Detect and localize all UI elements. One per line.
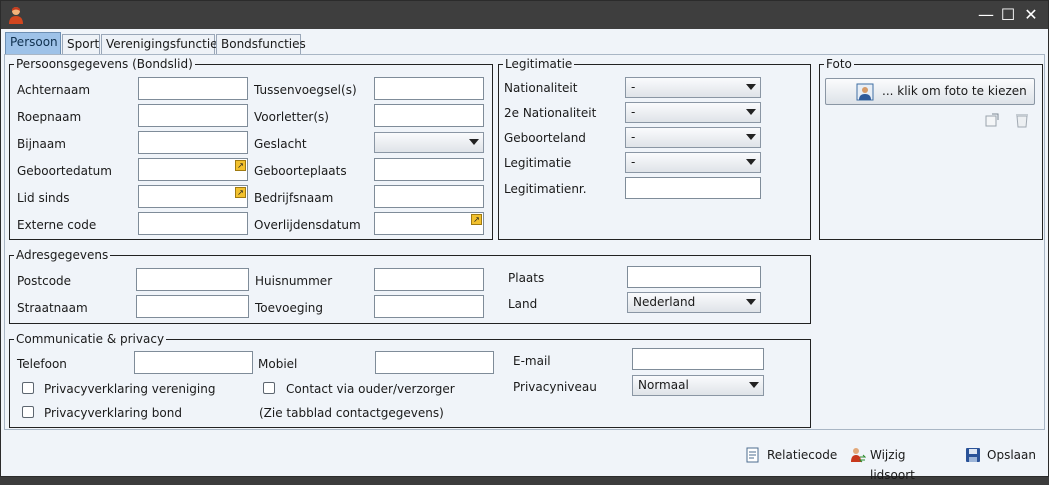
- toevoeging-input[interactable]: [374, 295, 484, 318]
- group-title: Foto: [824, 56, 854, 72]
- choose-photo-button[interactable]: ... klik om foto te kiezen: [825, 78, 1035, 105]
- lid-sinds-input[interactable]: ↗: [138, 185, 248, 208]
- email-input[interactable]: [632, 348, 764, 370]
- label-privacyniveau: Privacyniveau: [513, 380, 597, 394]
- label-contact-via-ouder: Contact via ouder/verzorger: [286, 382, 455, 396]
- label-geboortedatum: Geboortedatum: [17, 164, 112, 178]
- tab-verenigingsfuncties[interactable]: Verenigingsfuncties: [101, 34, 224, 54]
- label-roepnaam: Roepnaam: [17, 110, 82, 124]
- label-huisnummer: Huisnummer: [255, 274, 333, 288]
- chevron-down-icon: [746, 109, 756, 115]
- geboorteplaats-input[interactable]: [374, 158, 484, 181]
- choose-photo-label: ... klik om foto te kiezen: [882, 84, 1027, 98]
- label-email: E-mail: [513, 354, 551, 368]
- group-title: Legitimatie: [503, 56, 575, 72]
- window: — ☐ ✕ Persoon Sport Verenigingsfuncties …: [0, 0, 1049, 482]
- voorletters-input[interactable]: [374, 104, 484, 127]
- tab-bondsfuncties[interactable]: Bondsfuncties: [216, 34, 306, 54]
- group-title: Adresgegevens: [14, 247, 111, 263]
- label-geslacht: Geslacht: [254, 137, 307, 151]
- label-mobiel: Mobiel: [258, 357, 298, 371]
- achternaam-input[interactable]: [138, 77, 248, 100]
- date-picker-icon[interactable]: ↗: [471, 214, 482, 225]
- telefoon-input[interactable]: [134, 351, 253, 374]
- label-bedrijfsnaam: Bedrijfsnaam: [254, 191, 334, 205]
- geslacht-select[interactable]: [374, 132, 484, 153]
- huisnummer-input[interactable]: [374, 268, 484, 291]
- group-title: Communicatie & privacy: [14, 331, 167, 347]
- maximize-button[interactable]: ☐: [997, 5, 1019, 25]
- contact-via-ouder-checkbox[interactable]: [263, 382, 275, 394]
- label-geboorteplaats: Geboorteplaats: [254, 164, 347, 178]
- chevron-down-icon: [746, 134, 756, 140]
- label-privacyverklaring-vereniging: Privacyverklaring vereniging: [44, 382, 216, 396]
- person-app-icon: [9, 7, 23, 24]
- privacyverklaring-vereniging-checkbox[interactable]: [22, 382, 34, 394]
- plaats-input[interactable]: [627, 266, 761, 288]
- group-title: Persoonsgegevens (Bondslid): [14, 56, 195, 72]
- bijnaam-input[interactable]: [138, 131, 248, 154]
- tab-sport[interactable]: Sport: [62, 34, 100, 54]
- export-photo-icon[interactable]: [984, 112, 1000, 128]
- legitimatie-select[interactable]: -: [625, 152, 761, 173]
- privacyniveau-select[interactable]: Normaal: [632, 375, 764, 396]
- chevron-down-icon: [746, 299, 756, 305]
- date-picker-icon[interactable]: ↗: [235, 160, 246, 171]
- close-button[interactable]: ✕: [1020, 5, 1042, 25]
- label-externe-code: Externe code: [17, 218, 97, 232]
- label-overlijdensdatum: Overlijdensdatum: [254, 218, 361, 232]
- label-nationaliteit: Nationaliteit: [504, 81, 578, 95]
- label-tussenvoegsel: Tussenvoegsel(s): [254, 83, 357, 97]
- label-straatnaam: Straatnaam: [17, 301, 88, 315]
- privacyverklaring-bond-checkbox[interactable]: [22, 406, 34, 418]
- date-picker-icon[interactable]: ↗: [235, 187, 246, 198]
- minimize-button[interactable]: —: [975, 5, 997, 25]
- geboorteland-select[interactable]: -: [625, 127, 761, 148]
- contactgegevens-note: (Zie tabblad contactgegevens): [259, 406, 444, 420]
- title-bar: — ☐ ✕: [1, 1, 1048, 29]
- label-toevoeging: Toevoeging: [255, 301, 324, 315]
- nationaliteit-select[interactable]: -: [625, 77, 761, 98]
- postcode-input[interactable]: [136, 268, 249, 291]
- label-legitimatienr: Legitimatienr.: [504, 182, 587, 196]
- label-privacyverklaring-bond: Privacyverklaring bond: [44, 406, 182, 420]
- portrait-icon: [856, 83, 874, 101]
- label-land: Land: [508, 297, 538, 311]
- delete-photo-icon[interactable]: [1014, 112, 1030, 128]
- land-select[interactable]: Nederland: [627, 292, 761, 313]
- label-postcode: Postcode: [17, 274, 72, 288]
- opslaan-button[interactable]: Opslaan: [965, 445, 1036, 465]
- geboortedatum-input[interactable]: ↗: [138, 158, 248, 181]
- 2e-nationaliteit-select[interactable]: -: [625, 102, 761, 123]
- relatiecode-button[interactable]: Relatiecode: [745, 445, 837, 465]
- label-plaats: Plaats: [508, 271, 545, 285]
- chevron-down-icon: [746, 84, 756, 90]
- change-member-icon: [851, 448, 866, 463]
- mobiel-input[interactable]: [375, 351, 494, 374]
- straatnaam-input[interactable]: [136, 295, 249, 318]
- tab-persoon[interactable]: Persoon: [5, 32, 61, 54]
- bedrijfsnaam-input[interactable]: [374, 185, 484, 208]
- overlijdensdatum-input[interactable]: ↗: [374, 212, 484, 235]
- save-icon: [966, 448, 980, 462]
- wijzig-lidsoort-button[interactable]: Wijzig lidsoort: [850, 445, 948, 482]
- label-lid-sinds: Lid sinds: [17, 191, 70, 205]
- chevron-down-icon: [746, 159, 756, 165]
- label-2e-nationaliteit: 2e Nationaliteit: [504, 106, 597, 120]
- externe-code-input[interactable]: [138, 212, 248, 235]
- label-achternaam: Achternaam: [17, 83, 91, 97]
- chevron-down-icon: [469, 139, 479, 145]
- chevron-down-icon: [749, 382, 759, 388]
- label-voorletters: Voorletter(s): [254, 110, 329, 124]
- label-geboorteland: Geboorteland: [504, 131, 586, 145]
- document-icon: [746, 447, 759, 463]
- label-legitimatie: Legitimatie: [504, 156, 572, 170]
- legitimatienr-input[interactable]: [625, 177, 761, 199]
- label-bijnaam: Bijnaam: [17, 137, 66, 151]
- label-telefoon: Telefoon: [17, 357, 67, 371]
- tussenvoegsel-input[interactable]: [374, 77, 484, 100]
- roepnaam-input[interactable]: [138, 104, 248, 127]
